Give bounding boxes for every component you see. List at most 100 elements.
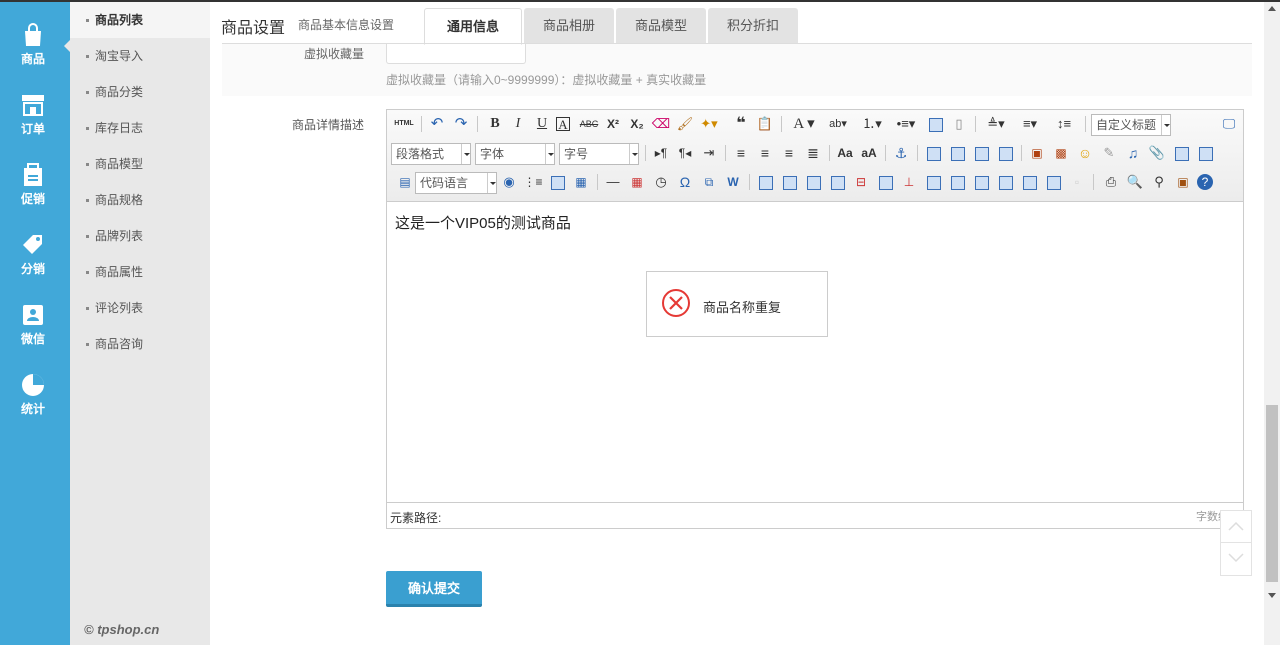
background-icon[interactable]: ▦	[571, 172, 591, 192]
drafts-icon[interactable]: ▣	[1173, 172, 1193, 192]
preview-icon[interactable]: 🔍	[1125, 172, 1145, 192]
search-replace-icon[interactable]: ⚲	[1149, 172, 1169, 192]
submenu-item-category[interactable]: 商品分类	[70, 74, 210, 110]
special-char-icon[interactable]: Ω	[675, 172, 695, 192]
nav-item-distribution[interactable]: 分销	[0, 220, 70, 280]
undo-icon[interactable]: ↶	[427, 114, 447, 134]
tab-model[interactable]: 商品模型	[616, 8, 706, 44]
row-spacing-top-icon[interactable]: ≜▾	[981, 114, 1011, 134]
template-icon[interactable]	[547, 172, 567, 192]
tab-gallery[interactable]: 商品相册	[524, 8, 614, 44]
editor-content[interactable]: 这是一个VIP05的测试商品	[395, 212, 571, 233]
help-icon[interactable]: ?	[1197, 174, 1213, 190]
font-border-icon[interactable]: A	[556, 117, 570, 131]
tab-general-info[interactable]: 通用信息	[424, 8, 522, 45]
to-uppercase-icon[interactable]: Aa	[835, 143, 855, 163]
paste-plain-icon[interactable]: 📋	[755, 114, 775, 134]
code-language-select[interactable]: 代码语言	[415, 172, 497, 194]
gmap-icon[interactable]	[1195, 143, 1215, 163]
merge-right-icon[interactable]	[947, 172, 967, 192]
eraser-icon[interactable]: ⌫	[651, 114, 671, 134]
nav-item-goods[interactable]: 商品	[0, 10, 70, 70]
align-left-icon[interactable]: ≡	[731, 143, 751, 163]
word-image-icon[interactable]: W	[723, 172, 743, 192]
font-color-icon[interactable]: A ▾	[789, 114, 819, 134]
nav-item-orders[interactable]: 订单	[0, 80, 70, 140]
subscript-icon[interactable]: X₂	[627, 114, 647, 134]
submenu-item-consult[interactable]: 商品咨询	[70, 326, 210, 362]
paragraph-format-select[interactable]: 段落格式	[391, 143, 471, 165]
scroll-bottom-button[interactable]	[1221, 543, 1251, 575]
music-icon[interactable]: ♫	[1123, 143, 1143, 163]
date-icon[interactable]: ▦	[627, 172, 647, 192]
align-center-icon[interactable]: ≡	[755, 143, 775, 163]
nav-item-wechat[interactable]: 微信	[0, 290, 70, 350]
scroll-up-arrow-icon[interactable]	[1268, 6, 1276, 11]
image-center-icon[interactable]	[995, 143, 1015, 163]
ordered-list-icon[interactable]: ⒈▾	[857, 114, 887, 134]
split-rows-icon[interactable]	[1019, 172, 1039, 192]
ltr-icon[interactable]: ▸¶	[651, 143, 671, 163]
bold-icon[interactable]: B	[485, 114, 505, 134]
image-float-none-icon[interactable]	[923, 143, 943, 163]
insert-table-icon[interactable]	[755, 172, 775, 192]
submenu-item-spec[interactable]: 商品规格	[70, 182, 210, 218]
page-break-icon[interactable]: ⋮≡	[523, 172, 543, 192]
strikethrough-icon[interactable]: ABC	[579, 114, 599, 134]
redo-icon[interactable]: ↷	[451, 114, 471, 134]
scrawl-icon[interactable]: ✎	[1099, 143, 1119, 163]
multi-image-icon[interactable]: ▩	[1051, 143, 1071, 163]
align-justify-icon[interactable]: ≣	[803, 143, 823, 163]
format-brush-icon[interactable]: 🖌	[675, 114, 695, 134]
font-size-select[interactable]: 字号	[559, 143, 639, 165]
submenu-item-model[interactable]: 商品模型	[70, 146, 210, 182]
insert-row-icon[interactable]	[827, 172, 847, 192]
submit-button[interactable]: 确认提交	[386, 571, 482, 607]
italic-icon[interactable]: I	[508, 114, 528, 134]
unordered-list-icon[interactable]: •≡▾	[891, 114, 921, 134]
line-height-icon[interactable]: ↕≡	[1049, 114, 1079, 134]
scroll-top-button[interactable]	[1221, 511, 1251, 543]
image-float-right-icon[interactable]	[971, 143, 991, 163]
submenu-item-attribute[interactable]: 商品属性	[70, 254, 210, 290]
insert-paragraph-before-table-icon[interactable]	[803, 172, 823, 192]
rtl-icon[interactable]: ¶◂	[675, 143, 695, 163]
superscript-icon[interactable]: X²	[603, 114, 623, 134]
fullscreen-icon[interactable]: 🖵	[1219, 114, 1239, 134]
submenu-item-brand[interactable]: 品牌列表	[70, 218, 210, 254]
image-float-left-icon[interactable]	[947, 143, 967, 163]
select-all-icon[interactable]	[925, 114, 945, 134]
merge-down-icon[interactable]	[971, 172, 991, 192]
custom-heading-select[interactable]: 自定义标题	[1091, 114, 1171, 136]
nav-item-promotion[interactable]: 促销	[0, 150, 70, 210]
web-app-icon[interactable]: ◉	[499, 172, 519, 192]
scroll-down-arrow-icon[interactable]	[1268, 593, 1276, 598]
submenu-item-stock-log[interactable]: 库存日志	[70, 110, 210, 146]
horizontal-rule-icon[interactable]: —	[603, 172, 623, 192]
indent-icon[interactable]: ⇥	[699, 143, 719, 163]
split-cols-icon[interactable]	[1043, 172, 1063, 192]
virtual-fav-input[interactable]	[386, 44, 526, 64]
submenu-item-taobao-import[interactable]: 淘宝导入	[70, 38, 210, 74]
snapscreen-icon[interactable]: ⧉	[699, 172, 719, 192]
split-cells-icon[interactable]	[995, 172, 1015, 192]
chart-icon[interactable]: ▫	[1067, 172, 1087, 192]
highlight-color-icon[interactable]: ab▾	[823, 114, 853, 134]
page-scrollbar[interactable]	[1264, 2, 1280, 645]
tab-points-discount[interactable]: 积分折扣	[708, 8, 798, 44]
insert-frame-icon[interactable]: ▤	[395, 172, 415, 192]
underline-icon[interactable]: U	[532, 114, 552, 134]
submenu-item-comments[interactable]: 评论列表	[70, 290, 210, 326]
blockquote-icon[interactable]: ❝	[731, 114, 751, 134]
row-spacing-bottom-icon[interactable]: ≡▾	[1015, 114, 1045, 134]
nav-item-stats[interactable]: 统计	[0, 360, 70, 420]
clear-doc-icon[interactable]: ▯	[949, 114, 969, 134]
delete-row-icon[interactable]: ⊟	[851, 172, 871, 192]
map-icon[interactable]	[1171, 143, 1191, 163]
html-source-button[interactable]: HTML	[391, 114, 417, 134]
anchor-icon[interactable]: ⚓	[891, 143, 911, 163]
auto-format-icon[interactable]: ✦▾	[699, 114, 719, 134]
to-lowercase-icon[interactable]: aA	[859, 143, 879, 163]
scrollbar-thumb[interactable]	[1266, 405, 1278, 582]
submenu-item-goods-list[interactable]: 商品列表	[70, 2, 210, 38]
